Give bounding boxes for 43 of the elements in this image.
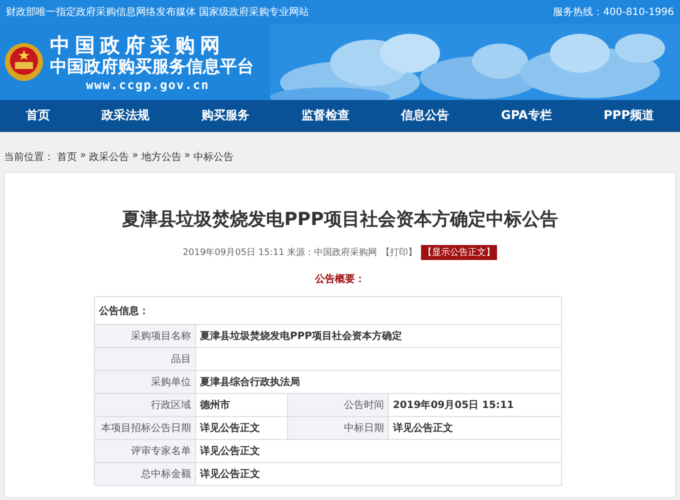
table-heading: 公告信息： <box>94 296 562 324</box>
field-value: 夏津县垃圾焚烧发电PPP项目社会资本方确定 <box>196 324 562 348</box>
field-label: 评审专家名单 <box>94 440 196 462</box>
emblem-icon <box>4 42 44 82</box>
article-title: 夏津县垃圾焚烧发电PPP项目社会资本方确定中标公告 <box>122 208 558 231</box>
field-label: 采购单位 <box>94 370 196 394</box>
field-label: 品目 <box>94 348 196 370</box>
field-label: 总中标金额 <box>94 462 196 486</box>
tagline: 财政部唯一指定政府采购信息网络发布媒体 国家级政府采购专业网站 <box>6 6 310 19</box>
nav-tab[interactable]: GPA专栏 <box>494 102 558 128</box>
breadcrumb-link[interactable]: 中标公告 <box>193 150 234 164</box>
site-url: www.ccgp.gov.cn <box>86 78 210 92</box>
print-link[interactable]: 【打印】 <box>381 246 418 259</box>
hotline: 服务热线：400-810-1996 <box>553 6 674 19</box>
breadcrumb-link[interactable]: 政采公告 <box>89 150 130 164</box>
site-subtitle: 中国政府购买服务信息平台 <box>50 56 254 78</box>
field-value: 2019年09月05日 15:11 <box>388 394 562 416</box>
field-label: 中标日期 <box>287 416 388 440</box>
nav-tab[interactable]: 政采法规 <box>96 102 156 128</box>
field-value: 详见公告正文 <box>196 416 288 440</box>
nav-tab[interactable]: 购买服务 <box>196 102 256 128</box>
field-value: 详见公告正文 <box>388 416 562 440</box>
nav-tab[interactable]: 首页 <box>20 102 56 128</box>
nav-tab[interactable]: PPP频道 <box>598 102 660 128</box>
breadcrumb-link[interactable]: 地方公告 <box>141 150 182 164</box>
field-value: 详见公告正文 <box>196 462 562 486</box>
nav-tab[interactable]: 信息公告 <box>395 102 456 128</box>
field-label: 采购项目名称 <box>94 324 196 348</box>
nav-tab[interactable]: 监督检查 <box>295 102 356 128</box>
breadcrumb-separator: » <box>132 150 138 163</box>
field-value: 详见公告正文 <box>196 440 562 462</box>
field-label: 公告时间 <box>287 394 388 416</box>
field-label: 行政区域 <box>94 394 196 416</box>
field-label: 本项目招标公告日期 <box>94 416 196 440</box>
breadcrumb-label: 当前位置： <box>4 150 54 164</box>
publish-info: 2019年09月05日 15:11 来源：中国政府采购网 <box>182 246 378 259</box>
summary-heading: 公告概要： <box>315 272 365 286</box>
show-full-text-button[interactable]: 【显示公告正文】 <box>421 245 498 260</box>
breadcrumb-separator: » <box>184 150 190 163</box>
site-title: 中国政府采购网 <box>50 32 225 56</box>
breadcrumb-link[interactable]: 首页 <box>57 150 77 164</box>
breadcrumb-separator: » <box>80 150 86 163</box>
field-value: 德州市 <box>196 394 288 416</box>
